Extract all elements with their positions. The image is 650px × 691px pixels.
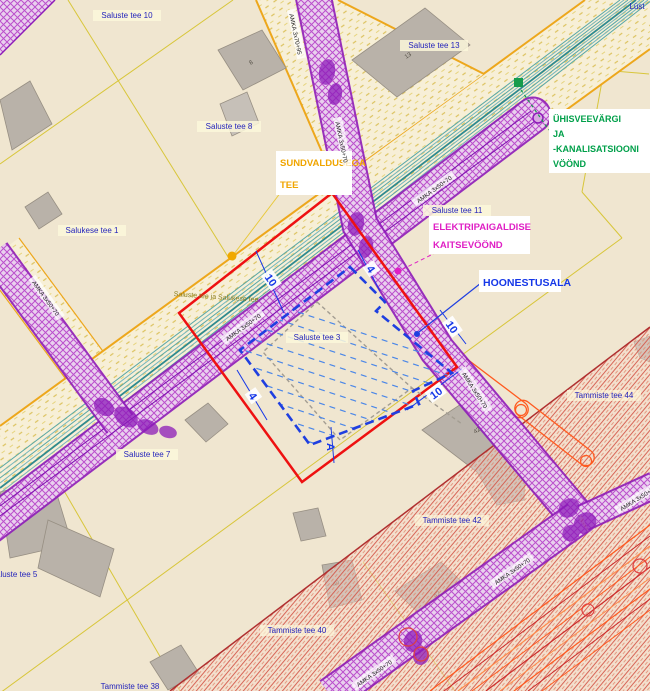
parcel-label: Salukese tee 1 [66, 226, 119, 235]
parcel-label: Tammiste tee 40 [268, 626, 327, 635]
parcel-label: Saluste tee 8 [206, 122, 253, 131]
callout-text: SUNDVALDUSEGA [280, 158, 366, 169]
callout-text: KAITSEVÖÖND [433, 240, 503, 251]
section-marker: A [324, 443, 336, 451]
parcel-label: Saluste tee 7 [124, 450, 171, 459]
callout-text: VÖÖND [553, 159, 587, 169]
callout-elektripaigaldise: ELEKTRIPAIGALDISE KAITSEVÖÖND [429, 216, 531, 254]
parcel-label: Tammiste tee 44 [575, 391, 634, 400]
parcel-label: Saluste tee 5 [0, 570, 38, 579]
plan-map-svg: 8 13 42 40 42 [0, 0, 650, 691]
callout-text: TEE [280, 180, 298, 191]
callout-hoonestusala: HOONESTUSALA [479, 270, 572, 292]
parcel-label: Tammiste tee 38 [101, 682, 160, 691]
parcel-label: Saluste tee 10 [101, 11, 153, 20]
parcel-label: Tammiste tee 42 [423, 516, 482, 525]
callout-text: HOONESTUSALA [483, 277, 572, 289]
parcel-label: Lüst [629, 2, 645, 11]
parcel-label: Saluste tee 13 [408, 41, 460, 50]
callout-text: JA [553, 129, 565, 139]
callout-uhisveevargi: ÜHISVEEVÄRGI JA -KANALISATSIOONI VÖÖND [549, 109, 650, 173]
parcel-label: Saluste tee 3 [294, 333, 341, 342]
callout-text: ÜHISVEEVÄRGI [553, 114, 621, 124]
parcel-label: Saluste tee 11 [432, 206, 483, 215]
map-canvas[interactable]: 8 13 42 40 42 [0, 0, 650, 691]
callout-text: ELEKTRIPAIGALDISE [433, 222, 531, 233]
callout-text: -KANALISATSIOONI [553, 144, 639, 154]
